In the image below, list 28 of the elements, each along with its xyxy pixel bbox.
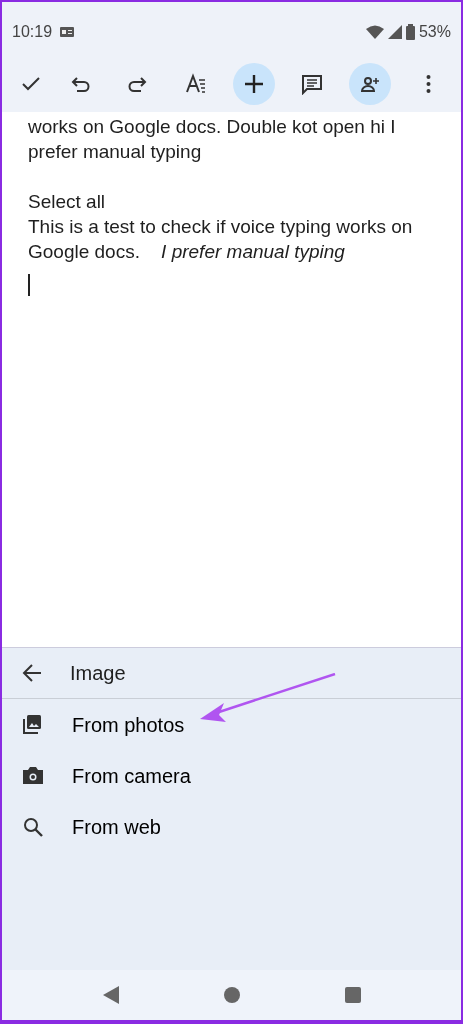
recents-icon[interactable] <box>344 987 361 1003</box>
plus-icon <box>243 72 265 95</box>
photos-icon <box>22 713 44 736</box>
menu-item[interactable]: From photos <box>2 699 461 750</box>
document-text: This is a test to check if voice typing works on Google docs. I prefer manual typing <box>28 215 414 264</box>
battery-icon <box>405 24 415 40</box>
search-icon <box>22 815 44 838</box>
comment-icon <box>301 72 323 95</box>
more-options-icon <box>425 73 431 94</box>
menu-item[interactable]: From camera <box>2 750 461 801</box>
wifi-icon <box>365 25 384 39</box>
home-icon[interactable] <box>223 987 240 1003</box>
document-text: works on Google docs. Double kot open hi I <box>28 115 397 139</box>
sheet-title: Image <box>70 661 126 686</box>
battery-percentage: 53% <box>418 22 451 42</box>
notification-icon <box>60 27 75 37</box>
plus-button[interactable] <box>233 62 275 105</box>
back-arrow-icon[interactable] <box>22 664 42 682</box>
menu-item[interactable]: From web <box>2 801 461 852</box>
document-text: prefer manual typing <box>28 140 203 164</box>
signal-icon <box>387 25 402 39</box>
clock-time: 10:19 <box>12 22 53 42</box>
back-icon[interactable] <box>102 986 119 1004</box>
document-text: Select all <box>28 190 107 214</box>
camera-icon <box>22 764 44 787</box>
add-person-button[interactable] <box>349 62 391 105</box>
text-cursor <box>28 274 30 296</box>
text-format-icon <box>185 72 207 95</box>
